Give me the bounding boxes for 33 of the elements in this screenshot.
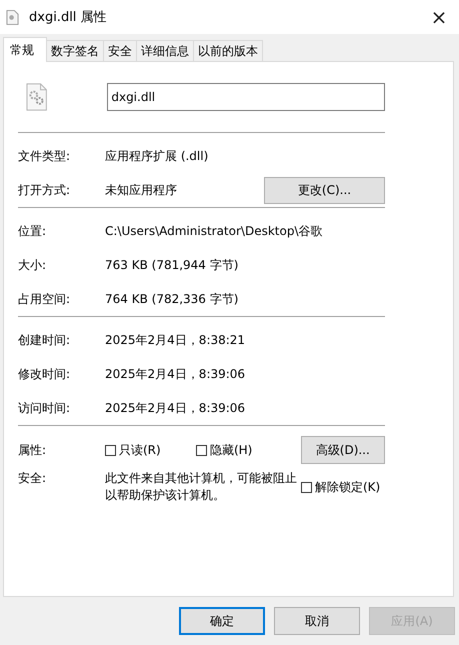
field-value: 764 KB (782,336 字节) bbox=[105, 290, 238, 308]
file-name-field[interactable]: dxgi.dll bbox=[107, 83, 385, 111]
field-value: 应用程序扩展 (.dll) bbox=[105, 148, 208, 164]
tab[interactable]: 常规 bbox=[3, 37, 47, 62]
field-value: 2025年2月4日，8:38:21 bbox=[105, 332, 246, 348]
field-label: 属性: bbox=[18, 442, 48, 458]
field-label: 打开方式: bbox=[18, 182, 72, 198]
field-label: 位置: bbox=[18, 222, 48, 240]
file-icon bbox=[6, 10, 19, 24]
field-label: 占用空间: bbox=[18, 290, 72, 308]
field-label: 访问时间: bbox=[18, 400, 72, 416]
field-value: 763 KB (781,944 字节) bbox=[105, 256, 238, 274]
field-label: 创建时间: bbox=[18, 332, 72, 348]
read-only-checkbox[interactable]: 只读(R) bbox=[105, 442, 196, 458]
field-value: 2025年2月4日，8:39:06 bbox=[105, 400, 246, 416]
field-label: 修改时间: bbox=[18, 366, 72, 382]
advanced-button[interactable]: 高级(D)... bbox=[300, 436, 385, 464]
security-note: 此文件来自其他计算机，可能被阻止以帮助保护该计算机。 bbox=[105, 470, 298, 504]
field-label: 安全: bbox=[18, 470, 48, 487]
hidden-checkbox[interactable]: 隐藏(H) bbox=[196, 442, 301, 458]
window-title: dxgi.dll 属性 bbox=[29, 9, 108, 26]
unblock-checkbox[interactable]: 解除锁定(K) bbox=[301, 479, 380, 496]
tab[interactable]: 以前的版本 bbox=[193, 40, 263, 61]
field-value: C:\Users\Administrator\Desktop\谷歌 bbox=[105, 222, 322, 240]
change-button[interactable]: 更改(C)... bbox=[264, 176, 385, 204]
field-label: 文件类型: bbox=[18, 148, 72, 164]
file-gear-icon bbox=[26, 83, 48, 111]
close-button[interactable]: × bbox=[419, 2, 459, 32]
field-label: 大小: bbox=[18, 256, 48, 274]
field-value: 2025年2月4日，8:39:06 bbox=[105, 366, 246, 382]
field-value: 未知应用程序 bbox=[105, 182, 178, 198]
dialog-button[interactable]: 取消 bbox=[274, 607, 360, 635]
dialog-button[interactable]: 确定 bbox=[179, 607, 265, 635]
